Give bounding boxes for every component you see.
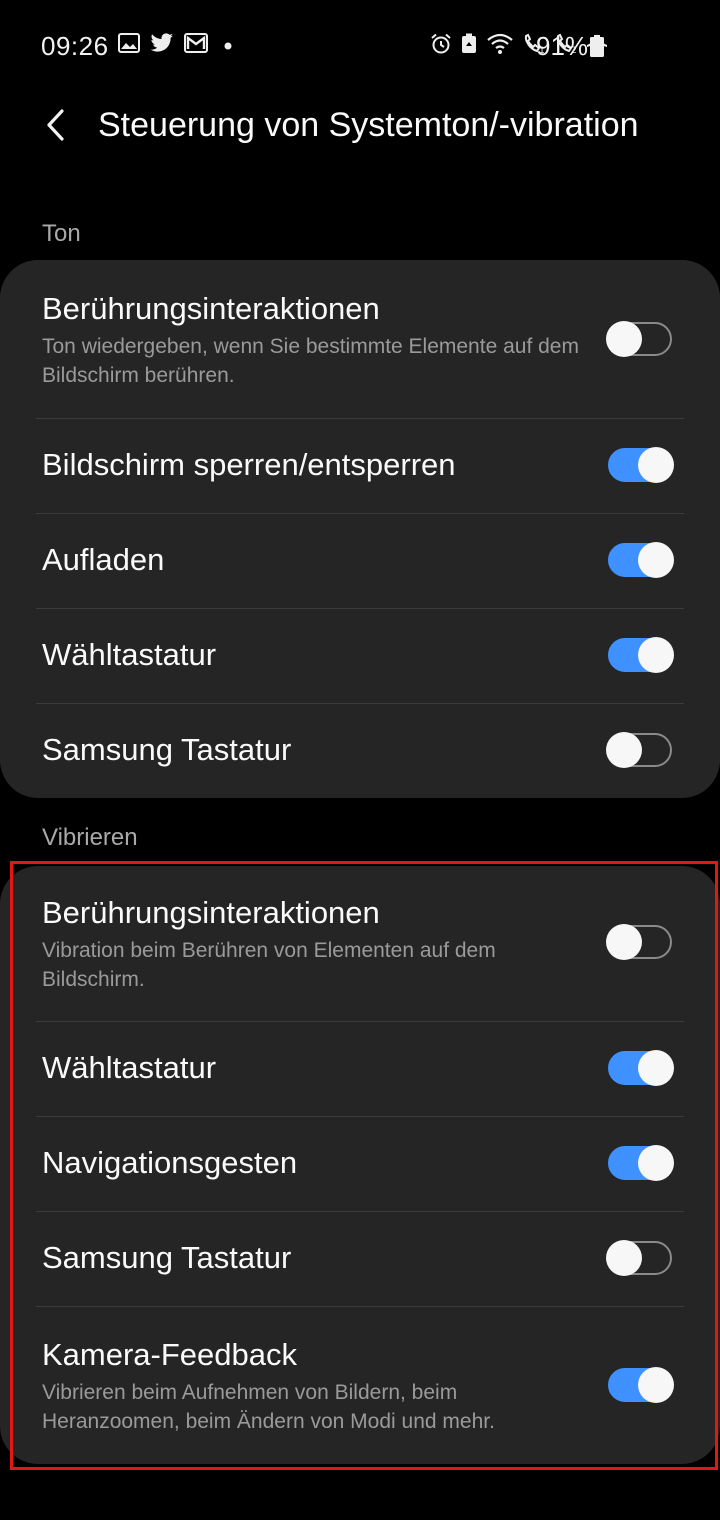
- row-ton-samsung-keyboard[interactable]: Samsung Tastatur: [0, 703, 720, 798]
- gallery-icon: [118, 33, 140, 58]
- row-title: Bildschirm sperren/entsperren: [42, 447, 456, 482]
- row-subtitle: Vibration beim Berühren von Elementen au…: [42, 939, 496, 991]
- toggle-ton-samsung-keyboard[interactable]: [606, 732, 672, 768]
- row-title: Wähltastatur: [42, 1050, 217, 1085]
- row-vib-touch-interactions[interactable]: Berührungsinteraktionen Vibration beim B…: [0, 866, 720, 1021]
- row-subtitle: Ton wiedergeben, wenn Sie bestimmte Elem…: [42, 335, 579, 387]
- row-subtitle: Vibrieren beim Aufnehmen von Bildern, be…: [42, 1381, 495, 1433]
- row-title: Berührungsinteraktionen: [42, 895, 380, 930]
- wifi-call-icon: [486, 33, 514, 60]
- page-title: Steuerung von Systemton/-vibration: [98, 106, 639, 144]
- alarm-icon: [430, 33, 452, 60]
- app-header: Steuerung von Systemton/-vibration: [0, 92, 720, 162]
- toggle-vib-touch-interactions[interactable]: [606, 924, 672, 960]
- status-left-icons: [118, 33, 232, 58]
- toggle-vib-dialpad[interactable]: [608, 1050, 674, 1086]
- section-header-ton: Ton: [42, 220, 81, 247]
- back-button[interactable]: [30, 102, 80, 152]
- status-time: 09:26: [41, 31, 109, 61]
- back-chevron-icon: [43, 107, 67, 148]
- row-vib-navigation-gestures[interactable]: Navigationsgesten: [0, 1116, 720, 1211]
- toggle-ton-touch-interactions[interactable]: [606, 321, 672, 357]
- toggle-ton-charging[interactable]: [608, 542, 674, 578]
- row-ton-charging[interactable]: Aufladen: [0, 513, 720, 608]
- row-title: Navigationsgesten: [42, 1145, 298, 1180]
- card-ton: Berührungsinteraktionen Ton wiedergeben,…: [0, 260, 720, 798]
- row-title: Kamera-Feedback: [42, 1337, 298, 1372]
- section-header-vibrieren: Vibrieren: [42, 824, 138, 851]
- row-vib-samsung-keyboard[interactable]: Samsung Tastatur: [0, 1211, 720, 1306]
- row-ton-touch-interactions[interactable]: Berührungsinteraktionen Ton wiedergeben,…: [0, 260, 720, 418]
- dot-icon: [224, 37, 232, 55]
- row-title: Wähltastatur: [42, 637, 217, 672]
- status-bar: 09:26 1 2 91%: [0, 0, 720, 92]
- android-icon: [460, 33, 478, 60]
- toggle-vib-camera-feedback[interactable]: [608, 1367, 674, 1403]
- row-ton-dialpad[interactable]: Wähltastatur: [0, 608, 720, 703]
- row-title: Berührungsinteraktionen: [42, 291, 380, 326]
- toggle-vib-navigation-gestures[interactable]: [608, 1145, 674, 1181]
- toggle-ton-dialpad[interactable]: [608, 637, 674, 673]
- row-vib-dialpad[interactable]: Wähltastatur: [0, 1021, 720, 1116]
- row-vib-camera-feedback[interactable]: Kamera-Feedback Vibrieren beim Aufnehmen…: [0, 1306, 720, 1464]
- twitter-icon: [150, 33, 174, 58]
- row-title: Samsung Tastatur: [42, 732, 292, 767]
- battery-percent: 91%: [536, 31, 589, 61]
- toggle-ton-lock-unlock[interactable]: [608, 447, 674, 483]
- gmail-icon: [184, 33, 208, 58]
- row-title: Samsung Tastatur: [42, 1240, 292, 1275]
- row-ton-lock-unlock[interactable]: Bildschirm sperren/entsperren: [0, 418, 720, 513]
- battery-icon: [590, 35, 604, 57]
- card-vibrieren: Berührungsinteraktionen Vibration beim B…: [0, 866, 720, 1464]
- row-title: Aufladen: [42, 542, 165, 577]
- toggle-vib-samsung-keyboard[interactable]: [606, 1240, 672, 1276]
